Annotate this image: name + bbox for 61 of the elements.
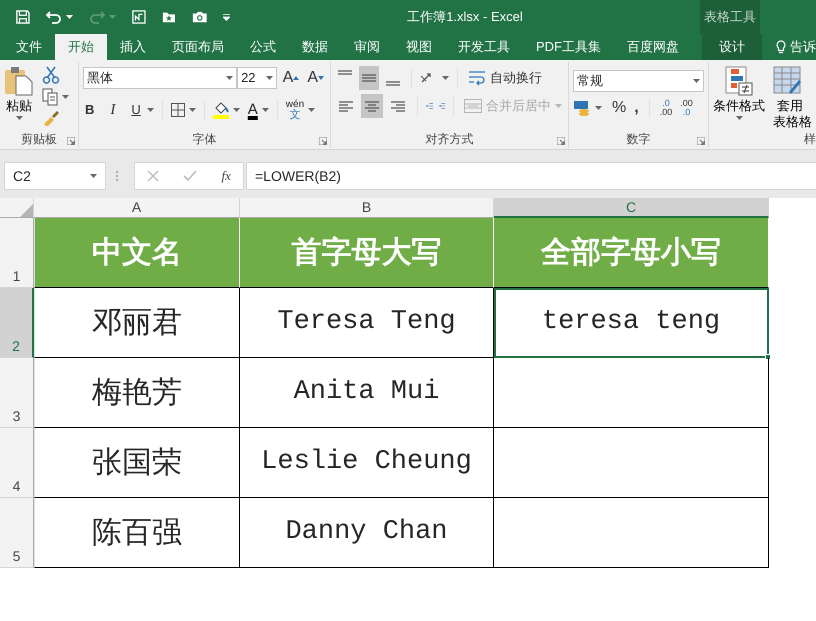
phonetic-guide-button[interactable]: wén 文 [286,99,304,121]
group-label: 剪贴板 [21,132,57,146]
increase-decimal-button[interactable]: .0 .00 [658,99,674,117]
name-box[interactable]: C2 [4,162,106,190]
font-size-field[interactable]: 22 [237,67,277,89]
header-cell: 全部字母小写 [494,218,769,288]
ribbon-tab[interactable]: 开始 [55,34,107,60]
row-header[interactable]: 4 [0,428,34,498]
column-header[interactable]: B [240,198,494,218]
insert-function-button[interactable]: fx [222,166,231,186]
ribbon-tab[interactable]: 百度网盘 [614,34,692,60]
shrink-font-button[interactable]: A [305,66,326,90]
table-cell: 陈百强 [34,498,240,568]
ribbon-tab[interactable]: 数据 [289,34,341,60]
decrease-decimal-button[interactable]: .00 .0 [678,99,695,117]
wrap-text-button[interactable]: 自动换行 [466,66,544,90]
header-cell: 首字母大写 [240,218,494,288]
row-header[interactable]: 1 [0,218,34,288]
format-as-table-button[interactable]: 套用 表格格 [773,66,812,131]
ribbon-tab[interactable]: 视图 [393,34,445,60]
ribbon-tab[interactable]: 开发工具 [445,34,523,60]
number-format-field[interactable]: 常规 [573,70,704,92]
percent-button[interactable]: % [610,96,628,120]
context-group-label: 表格工具 [704,8,756,26]
paste-button[interactable]: 粘贴 [4,66,34,126]
ribbon-tab[interactable]: 文件 [3,34,55,60]
column-header[interactable]: C [494,198,769,218]
group-label: 对齐方式 [426,132,474,146]
italic-button[interactable]: I [108,98,118,122]
ribbon-tab[interactable]: 页面布局 [159,34,237,60]
ribbon-tab[interactable]: 设计 [702,34,762,60]
group-label: 字体 [192,132,216,146]
ribbon-tab[interactable]: 告诉 [762,34,816,60]
ribbon-tab[interactable]: 审阅 [341,34,393,60]
comma-button[interactable]: , [632,96,641,120]
group-label: 样 [804,132,816,146]
font-color-button[interactable]: A [248,103,258,117]
grow-font-button[interactable]: A [280,66,302,90]
underline-button[interactable]: U [129,98,143,122]
table-cell: Teresa Teng [240,288,494,358]
table-cell: 张国荣 [34,428,240,498]
row-header[interactable]: 5 [0,498,34,568]
conditional-formatting-button[interactable]: 条件格式 [713,66,765,131]
group-label: 数字 [626,132,650,146]
font-name-field[interactable]: 黑体 [83,67,238,89]
column-header[interactable]: A [34,198,240,218]
table-cell: 邓丽君 [34,288,240,358]
table-cell: teresa teng [494,288,769,358]
bold-button[interactable]: B [83,98,96,122]
table-cell: Anita Mui [240,358,494,428]
table-cell: Leslie Cheung [240,428,494,498]
row-header[interactable]: 2 [0,288,34,358]
table-cell: 梅艳芳 [34,358,240,428]
ribbon-tab[interactable]: 插入 [107,34,159,60]
ribbon-tab[interactable]: 公式 [237,34,289,60]
table-cell: Danny Chan [240,498,494,568]
ribbon-tab[interactable]: PDF工具集 [523,34,614,60]
row-header[interactable]: 3 [0,358,34,428]
header-cell: 中文名 [34,218,240,288]
window-title: 工作簿1.xlsx - Excel [407,8,523,26]
formula-field[interactable]: =LOWER(B2) [246,162,816,190]
